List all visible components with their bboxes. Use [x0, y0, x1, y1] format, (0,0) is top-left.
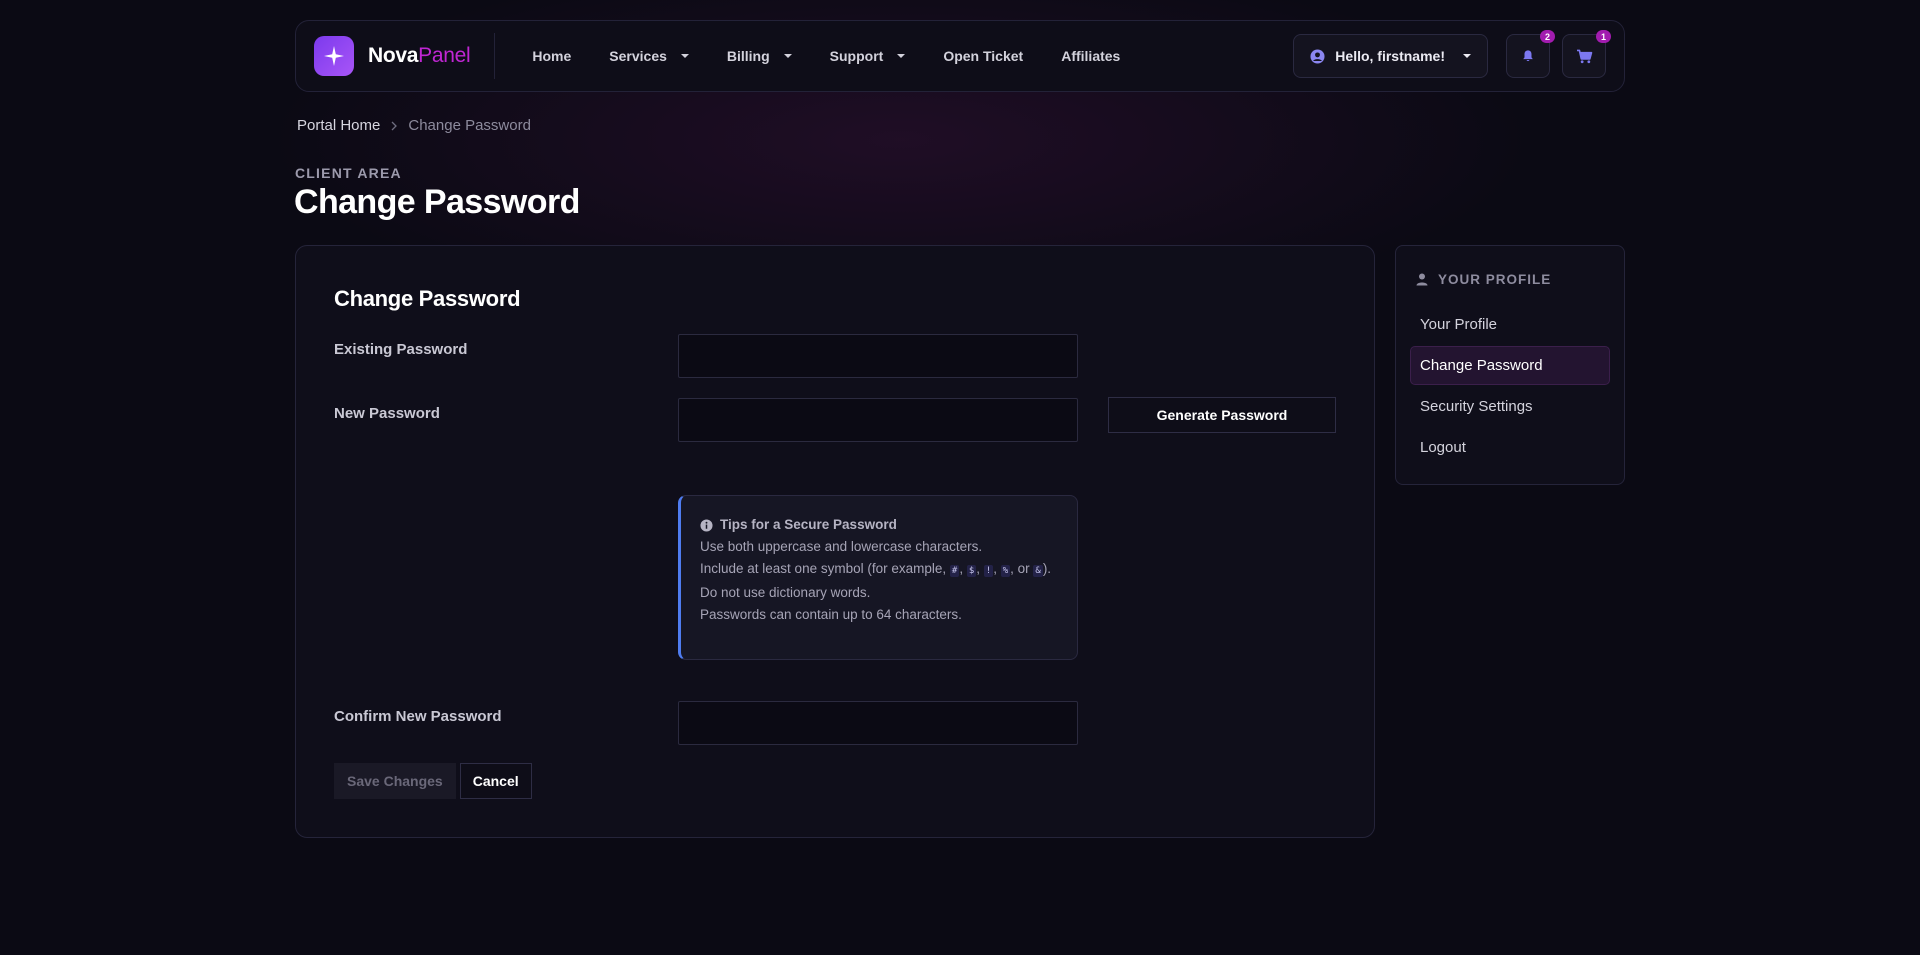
- tip-line-symbols: Include at least one symbol (for example…: [700, 561, 1052, 577]
- sparkle-logo-icon: [314, 36, 354, 76]
- chevron-right-icon: [391, 121, 398, 130]
- symbol-ampersand: &: [1033, 565, 1043, 577]
- existing-password-input[interactable]: [678, 334, 1078, 378]
- confirm-password-label: Confirm New Password: [334, 708, 502, 725]
- tip-line-dictionary: Do not use dictionary words.: [700, 585, 871, 600]
- generate-password-button[interactable]: Generate Password: [1108, 397, 1336, 433]
- sidebar-item-logout[interactable]: Logout: [1410, 428, 1610, 467]
- user-circle-icon: [1310, 48, 1325, 64]
- nav-open-ticket[interactable]: Open Ticket: [924, 21, 1042, 91]
- password-tips-box: Tips for a Secure Password Use both uppe…: [678, 495, 1078, 660]
- change-password-card: Change Password Existing Password New Pa…: [295, 245, 1375, 838]
- brand[interactable]: NovaPanel: [314, 33, 496, 79]
- chevron-down-icon: [680, 54, 689, 58]
- notifications-button[interactable]: 2: [1506, 30, 1555, 78]
- sidebar-item-change-password[interactable]: Change Password: [1410, 346, 1610, 385]
- cart-icon: [1576, 49, 1592, 63]
- cancel-button[interactable]: Cancel: [459, 763, 532, 799]
- breadcrumb-current: Change Password: [408, 117, 531, 134]
- user-menu-button[interactable]: Hello, firstname!: [1293, 34, 1488, 78]
- existing-password-label: Existing Password: [334, 341, 468, 358]
- nav-affiliates[interactable]: Affiliates: [1042, 21, 1139, 91]
- tip-line-length: Passwords can contain up to 64 character…: [700, 607, 962, 622]
- symbol-percent: %: [1000, 565, 1011, 577]
- top-navbar: NovaPanel Home Services Billing Support …: [295, 20, 1625, 92]
- new-password-label: New Password: [334, 405, 440, 422]
- sidebar-heading: YOUR PROFILE: [1410, 272, 1610, 287]
- cart-count-badge: 1: [1596, 30, 1611, 43]
- notification-count-badge: 2: [1540, 30, 1555, 43]
- form-actions: Save Changes Cancel: [334, 763, 532, 799]
- nav-services[interactable]: Services: [590, 21, 708, 91]
- symbol-dollar: $: [966, 565, 977, 577]
- nav-right: Hello, firstname! 2 1: [1293, 30, 1611, 78]
- symbol-hash: #: [949, 565, 960, 577]
- nav-support[interactable]: Support: [811, 21, 925, 91]
- user-icon: [1416, 273, 1428, 286]
- sidebar-item-your-profile[interactable]: Your Profile: [1410, 305, 1610, 344]
- bell-icon: [1523, 50, 1533, 62]
- nav-billing[interactable]: Billing: [708, 21, 811, 91]
- page-eyebrow: CLIENT AREA: [295, 165, 402, 181]
- info-circle-icon: [700, 518, 713, 532]
- brand-name: NovaPanel: [368, 44, 471, 67]
- breadcrumb: Portal Home Change Password: [297, 117, 531, 134]
- confirm-password-input[interactable]: [678, 701, 1078, 745]
- user-greeting: Hello, firstname!: [1335, 48, 1445, 64]
- chevron-down-icon: [783, 54, 792, 58]
- main-nav: Home Services Billing Support Open Ticke…: [513, 21, 1139, 91]
- chevron-down-icon: [897, 54, 906, 58]
- page-title: Change Password: [294, 183, 580, 221]
- cart-button[interactable]: 1: [1562, 30, 1611, 78]
- card-title: Change Password: [334, 286, 521, 311]
- save-changes-button[interactable]: Save Changes: [334, 763, 456, 799]
- sidebar-item-security-settings[interactable]: Security Settings: [1410, 387, 1610, 426]
- symbol-exclamation: !: [983, 565, 994, 577]
- breadcrumb-home-link[interactable]: Portal Home: [297, 117, 380, 134]
- profile-sidebar: YOUR PROFILE Your Profile Change Passwor…: [1395, 245, 1625, 485]
- tip-line-case: Use both uppercase and lowercase charact…: [700, 539, 983, 554]
- chevron-down-icon: [1463, 54, 1471, 58]
- nav-home[interactable]: Home: [513, 21, 590, 91]
- tips-title: Tips for a Secure Password: [700, 514, 1058, 536]
- new-password-input[interactable]: [678, 398, 1078, 442]
